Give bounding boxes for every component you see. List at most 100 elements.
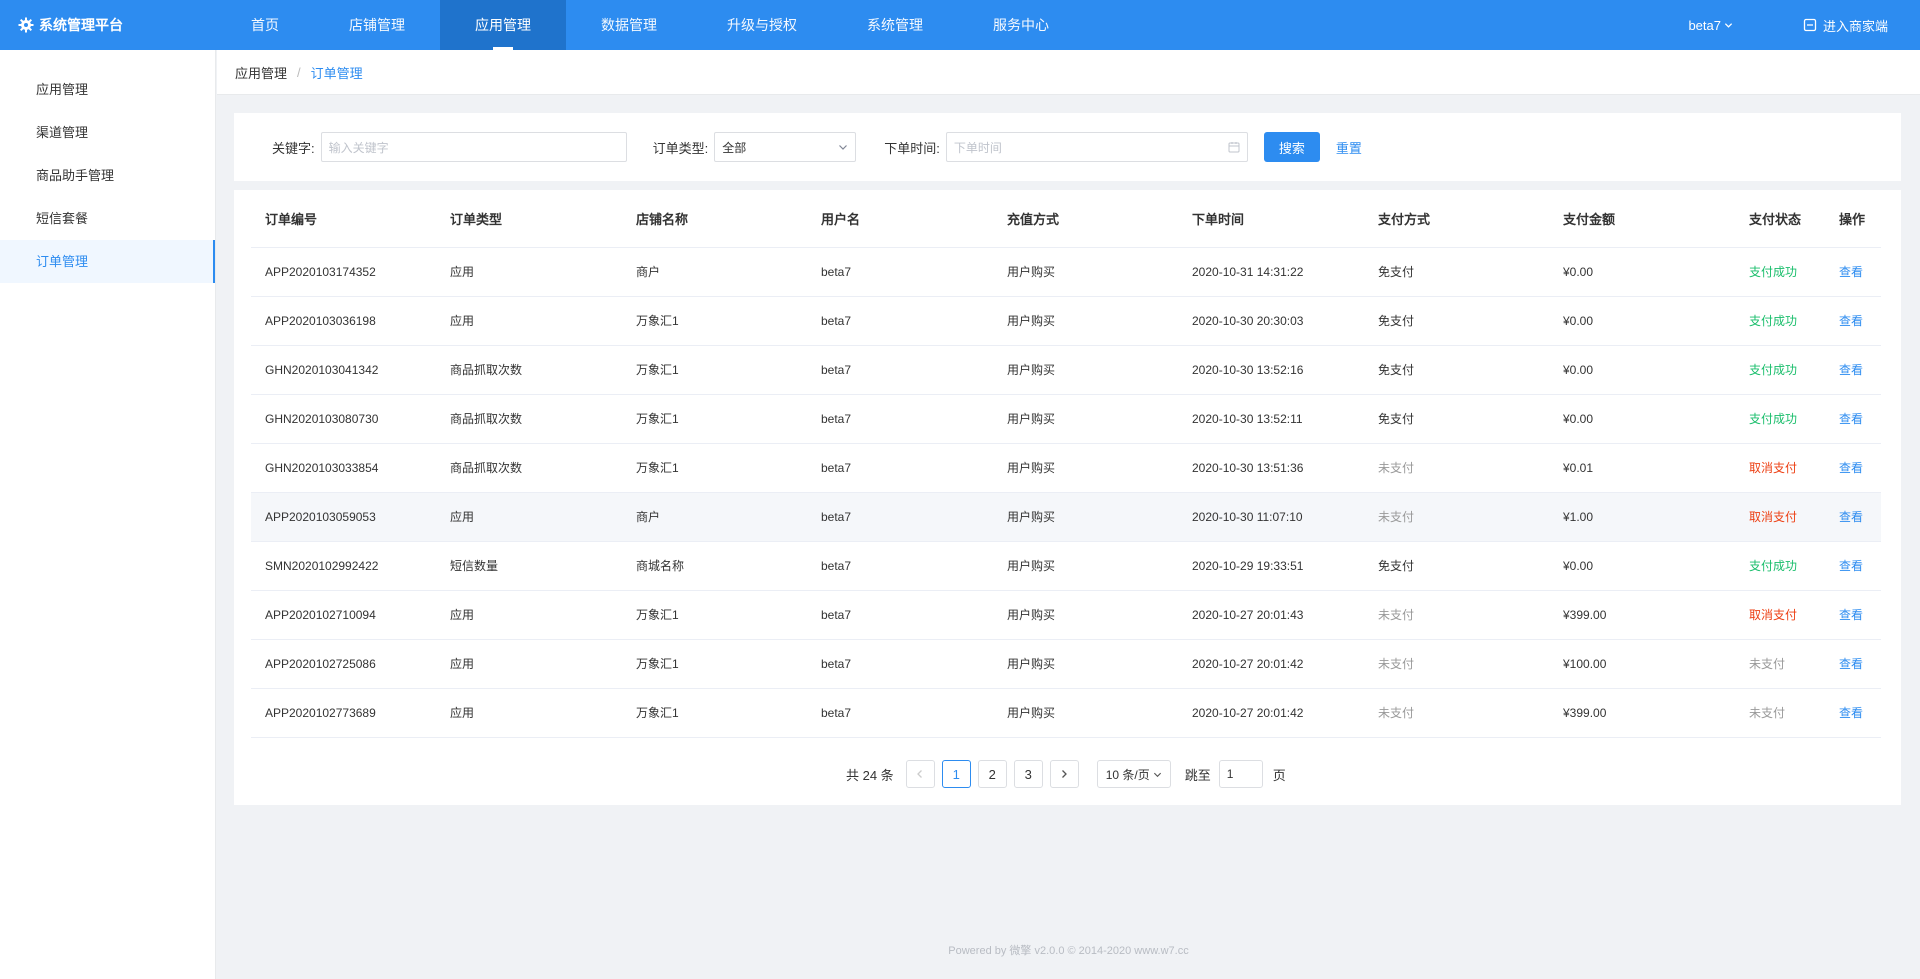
cell-order-time: 2020-10-30 13:52:11 — [1178, 394, 1364, 444]
cell-pay-amount: ¥0.00 — [1549, 541, 1735, 591]
table-row: SMN2020102992422 短信数量 商城名称 beta7 用户购买 2020-10… — [251, 541, 1881, 591]
filter-bar: 关键字: 输入关键字 订单类型: 全部 下单时间: 下单时间 搜索 重置 — [234, 113, 1901, 181]
view-button[interactable]: 查看 — [1825, 394, 1881, 444]
cell-order-no: APP2020103036198 — [251, 296, 436, 346]
orders-panel: 订单编号 订单类型 店铺名称 用户名 充值方式 下单时间 支付方式 支付金额 支… — [234, 190, 1901, 805]
col-user-name: 用户名 — [807, 190, 993, 248]
next-page-button[interactable] — [1049, 760, 1079, 788]
chevron-left-icon — [917, 770, 923, 778]
page-1-button[interactable]: 1 — [941, 760, 971, 788]
cell-order-time: 2020-10-27 20:01:42 — [1178, 688, 1364, 738]
cell-pay-method: 免支付 — [1364, 345, 1549, 395]
cell-order-type: 应用 — [436, 296, 622, 346]
nav-item-label: 数据管理 — [601, 17, 657, 33]
view-button[interactable]: 查看 — [1825, 688, 1881, 738]
sidebar-item-channel-management[interactable]: 渠道管理 — [0, 111, 215, 154]
nav-item-label: 店铺管理 — [349, 17, 405, 33]
cell-shop-name: 商户 — [622, 492, 807, 542]
cell-user-name: beta7 — [807, 247, 993, 297]
sidebar-item-order-management[interactable]: 订单管理 — [0, 240, 215, 283]
cell-pay-status: 取消支付 — [1735, 492, 1825, 542]
chevron-right-icon — [1062, 770, 1068, 778]
cell-recharge-method: 用户购买 — [993, 639, 1178, 689]
cell-order-no: APP2020102710094 — [251, 590, 436, 640]
cell-recharge-method: 用户购买 — [993, 492, 1178, 542]
jump-page-input[interactable]: 1 — [1218, 760, 1263, 788]
cell-order-time: 2020-10-30 11:07:10 — [1178, 492, 1364, 542]
keyword-placeholder: 输入关键字 — [328, 140, 389, 155]
nav-item-service[interactable]: 服务中心 — [958, 0, 1084, 50]
view-button[interactable]: 查看 — [1825, 345, 1881, 395]
page-size-select[interactable]: 10 条/页 — [1096, 760, 1171, 788]
page-suffix: 页 — [1272, 767, 1286, 783]
view-button[interactable]: 查看 — [1825, 639, 1881, 689]
cell-pay-status: 支付成功 — [1735, 541, 1825, 591]
cell-order-time: 2020-10-30 13:51:36 — [1178, 443, 1364, 493]
cell-user-name: beta7 — [807, 443, 993, 493]
col-order-type: 订单类型 — [436, 190, 622, 248]
user-menu[interactable]: beta7 — [1688, 18, 1733, 33]
table-row: APP2020102725086 应用 万象汇1 beta7 用户购买 2020-10-2… — [251, 639, 1881, 689]
cell-user-name: beta7 — [807, 688, 993, 738]
cell-user-name: beta7 — [807, 492, 993, 542]
sidebar-item-sms-package[interactable]: 短信套餐 — [0, 197, 215, 240]
main-nav: 首页 店铺管理 应用管理 数据管理 升级与授权 系统管理 服务中心 — [216, 0, 1084, 50]
nav-item-shops[interactable]: 店铺管理 — [314, 0, 440, 50]
order-type-select[interactable]: 全部 — [714, 132, 857, 162]
enter-merchant-link[interactable]: 进入商家端 — [1803, 16, 1888, 35]
cell-order-no: GHN2020103033854 — [251, 443, 436, 493]
nav-item-home[interactable]: 首页 — [216, 0, 314, 50]
sidebar-item-product-assistant[interactable]: 商品助手管理 — [0, 154, 215, 197]
page-2-button[interactable]: 2 — [977, 760, 1007, 788]
cell-shop-name: 万象汇1 — [622, 688, 807, 738]
order-type-value: 全部 — [722, 140, 747, 155]
cell-shop-name: 万象汇1 — [622, 590, 807, 640]
nav-item-data[interactable]: 数据管理 — [566, 0, 692, 50]
cell-order-no: APP2020103174352 — [251, 247, 436, 297]
view-button[interactable]: 查看 — [1825, 247, 1881, 297]
sidebar-item-app-management[interactable]: 应用管理 — [0, 68, 215, 111]
orders-table: 订单编号 订单类型 店铺名称 用户名 充值方式 下单时间 支付方式 支付金额 支… — [251, 190, 1881, 738]
table-row: APP2020102773689 应用 万象汇1 beta7 用户购买 2020-10-2… — [251, 688, 1881, 738]
page-3-button[interactable]: 3 — [1013, 760, 1043, 788]
cell-order-time: 2020-10-27 20:01:42 — [1178, 639, 1364, 689]
cell-pay-method: 免支付 — [1364, 296, 1549, 346]
view-button[interactable]: 查看 — [1825, 443, 1881, 493]
view-button[interactable]: 查看 — [1825, 492, 1881, 542]
cell-user-name: beta7 — [807, 394, 993, 444]
page-size-value: 10 条/页 — [1105, 767, 1150, 782]
view-button[interactable]: 查看 — [1825, 296, 1881, 346]
cell-order-type: 商品抓取次数 — [436, 394, 622, 444]
breadcrumb-current: 订单管理 — [310, 65, 363, 81]
user-name: beta7 — [1688, 17, 1721, 33]
nav-item-label: 服务中心 — [993, 17, 1049, 33]
nav-item-upgrade[interactable]: 升级与授权 — [692, 0, 832, 50]
col-order-no: 订单编号 — [251, 190, 436, 248]
order-date-label: 下单时间: — [884, 140, 940, 156]
col-pay-amount: 支付金额 — [1549, 190, 1735, 248]
cell-pay-status: 取消支付 — [1735, 590, 1825, 640]
cell-shop-name: 万象汇1 — [622, 394, 807, 444]
view-button[interactable]: 查看 — [1825, 590, 1881, 640]
cell-order-type: 应用 — [436, 688, 622, 738]
cell-order-type: 应用 — [436, 639, 622, 689]
prev-page-button[interactable] — [905, 760, 935, 788]
reset-button[interactable]: 重置 — [1336, 138, 1362, 157]
cell-recharge-method: 用户购买 — [993, 443, 1178, 493]
cell-recharge-method: 用户购买 — [993, 345, 1178, 395]
cell-recharge-method: 用户购买 — [993, 394, 1178, 444]
search-button[interactable]: 搜索 — [1263, 132, 1320, 162]
col-actions: 操作 — [1825, 190, 1881, 248]
calendar-icon — [1228, 142, 1240, 153]
brand[interactable]: 系统管理平台 — [0, 0, 216, 50]
cell-order-type: 应用 — [436, 247, 622, 297]
pagination: 共 24 条 1 2 3 10 条/页 跳至 1 页 — [846, 759, 1286, 789]
breadcrumb-parent[interactable]: 应用管理 — [235, 63, 287, 82]
cell-pay-amount: ¥0.00 — [1549, 296, 1735, 346]
nav-item-apps[interactable]: 应用管理 — [440, 0, 566, 50]
cell-order-no: GHN2020103041342 — [251, 345, 436, 395]
nav-item-system[interactable]: 系统管理 — [832, 0, 958, 50]
order-date-picker[interactable]: 下单时间 — [945, 132, 1248, 162]
keyword-input[interactable]: 输入关键字 — [320, 132, 627, 162]
view-button[interactable]: 查看 — [1825, 541, 1881, 591]
